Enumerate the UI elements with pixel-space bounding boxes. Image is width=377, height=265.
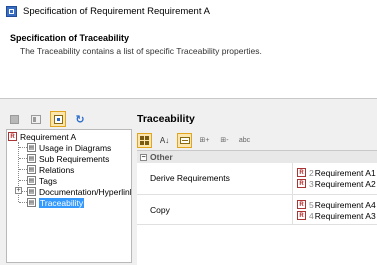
property-values: R 5 Requirement A4 R 4 Requirement A3 — [297, 199, 376, 221]
element-node-icon: ▤ — [27, 143, 36, 152]
show-expression-button[interactable]: abc — [237, 133, 252, 148]
tree-item-label: Usage in Diagrams — [39, 142, 112, 153]
value-label: Requirement A1 — [314, 167, 376, 178]
tree-connector — [19, 169, 27, 170]
value-item[interactable]: R 4 Requirement A3 — [297, 210, 376, 221]
panel-title: Traceability — [137, 113, 195, 125]
categorized-view-button[interactable] — [137, 132, 152, 148]
specification-tree: R Requirement A ▤ Usage in Diagrams ▤ Su… — [6, 129, 132, 263]
requirement-icon: R — [297, 179, 306, 188]
value-label: Requirement A2 — [314, 178, 376, 189]
window-title: Specification of Requirement Requirement… — [23, 5, 210, 17]
refresh-icon: ↻ — [75, 113, 85, 126]
tree-item-relations[interactable]: ▤ Relations — [27, 164, 74, 175]
window-titlebar: Specification of Requirement Requirement… — [0, 0, 377, 22]
tree-item-documentation-hyperlinks[interactable]: ▤ Documentation/Hyperlinks — [27, 186, 132, 197]
element-node-icon: ▤ — [27, 154, 36, 163]
show-all-button[interactable] — [6, 111, 22, 127]
expand-all-button[interactable]: ⊞+ — [197, 133, 212, 148]
specification-body: ↻ R Requirement A ▤ Usage in Diagrams ▤ … — [0, 99, 377, 265]
tree-connector — [19, 158, 27, 159]
tree-item-usage-in-diagrams[interactable]: ▤ Usage in Diagrams — [27, 142, 111, 153]
properties-toolbar: A↓ ⊞+ ⊞- abc — [137, 131, 252, 149]
value-number: 3 — [309, 178, 314, 189]
value-label: Requirement A3 — [314, 210, 376, 221]
window-mode-icon — [53, 114, 63, 124]
tree-item-label: Sub Requirements — [39, 153, 110, 164]
element-node-icon: ▤ — [27, 187, 36, 196]
specification-window-icon — [6, 5, 17, 17]
tree-item-label: Requirement A — [20, 131, 77, 142]
sort-az-icon: A↓ — [159, 135, 170, 145]
expand-toggle-icon[interactable]: + — [15, 187, 22, 194]
group-row-other[interactable]: − Other — [137, 151, 377, 163]
collapse-toggle-icon[interactable]: − — [140, 153, 147, 161]
specification-header: Specification of Traceability The Tracea… — [0, 22, 377, 99]
property-row-copy[interactable]: Copy R 5 Requirement A4 R 4 Requirement … — [137, 195, 377, 225]
group-label: Other — [150, 152, 173, 162]
flat-list-icon — [179, 136, 190, 144]
requirement-icon: R — [297, 200, 306, 209]
refresh-button[interactable]: ↻ — [72, 111, 88, 127]
property-values: R 2 Requirement A1 R 3 Requirement A2 — [297, 167, 376, 189]
show-sections-button[interactable] — [28, 111, 44, 127]
flat-view-button[interactable] — [177, 132, 192, 148]
tree-item-label: Traceability — [39, 197, 85, 208]
tree-item-label: Documentation/Hyperlinks — [39, 186, 132, 197]
sort-alphabetically-button[interactable]: A↓ — [157, 133, 172, 148]
tree-item-tags[interactable]: ▤ Tags — [27, 175, 57, 186]
value-item[interactable]: R 3 Requirement A2 — [297, 178, 376, 189]
element-node-icon: ▤ — [27, 198, 36, 207]
property-name: Derive Requirements — [150, 173, 230, 183]
header-title: Specification of Traceability — [10, 33, 130, 43]
collapse-all-icon: ⊞- — [220, 137, 229, 144]
expression-icon: abc — [238, 136, 251, 144]
tree-item-label: Tags — [39, 175, 57, 186]
element-node-icon: ▤ — [27, 165, 36, 174]
properties-icon — [9, 114, 19, 124]
collapse-all-button[interactable]: ⊞- — [217, 133, 232, 148]
categorized-icon — [140, 135, 149, 145]
tree-item-root[interactable]: R Requirement A — [8, 131, 76, 142]
requirement-icon: R — [8, 132, 17, 141]
tree-item-label: Relations — [39, 164, 75, 175]
value-label: Requirement A4 — [314, 199, 376, 210]
requirement-icon: R — [297, 211, 306, 220]
value-item[interactable]: R 5 Requirement A4 — [297, 199, 376, 210]
requirement-icon: R — [297, 168, 306, 177]
tree-connector — [19, 180, 27, 181]
tree-item-sub-requirements[interactable]: ▤ Sub Requirements — [27, 153, 109, 164]
tree-connector — [19, 147, 27, 148]
value-number: 5 — [309, 199, 314, 210]
tree-toolbar: ↻ — [6, 110, 88, 128]
header-description: The Traceability contains a list of spec… — [20, 46, 262, 56]
value-number: 2 — [309, 167, 314, 178]
tree-item-traceability[interactable]: ▤ Traceability — [27, 197, 85, 208]
property-name: Copy — [150, 205, 170, 215]
sections-icon — [31, 114, 41, 124]
value-number: 4 — [309, 210, 314, 221]
expand-all-icon: ⊞+ — [199, 137, 210, 144]
expanded-mode-button[interactable] — [50, 111, 66, 127]
element-node-icon: ▤ — [27, 176, 36, 185]
tree-connector — [19, 202, 27, 203]
value-item[interactable]: R 2 Requirement A1 — [297, 167, 376, 178]
properties-grid: − Other Derive Requirements R 2 Requirem… — [137, 150, 377, 265]
property-row-derive-requirements[interactable]: Derive Requirements R 2 Requirement A1 R… — [137, 163, 377, 195]
